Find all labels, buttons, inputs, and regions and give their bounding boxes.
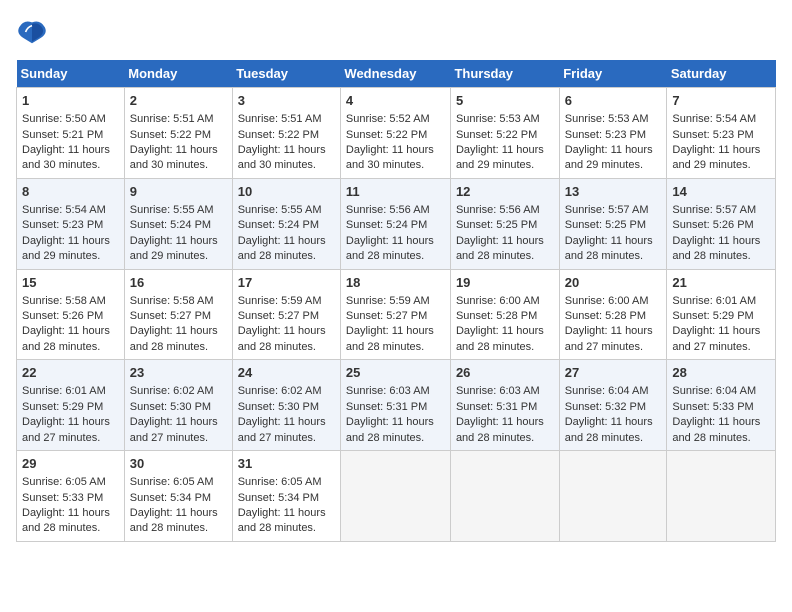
day-number: 10	[238, 183, 335, 201]
day-number: 29	[22, 455, 119, 473]
day-cell-21: 21Sunrise: 6:01 AMSunset: 5:29 PMDayligh…	[667, 269, 776, 360]
day-number: 19	[456, 274, 554, 292]
day-number: 7	[672, 92, 770, 110]
day-cell-9: 9Sunrise: 5:55 AMSunset: 5:24 PMDaylight…	[124, 178, 232, 269]
day-number: 12	[456, 183, 554, 201]
day-cell-12: 12Sunrise: 5:56 AMSunset: 5:25 PMDayligh…	[450, 178, 559, 269]
day-number: 27	[565, 364, 662, 382]
day-cell-30: 30Sunrise: 6:05 AMSunset: 5:34 PMDayligh…	[124, 451, 232, 542]
week-row-5: 29Sunrise: 6:05 AMSunset: 5:33 PMDayligh…	[17, 451, 776, 542]
day-number: 24	[238, 364, 335, 382]
col-header-friday: Friday	[559, 60, 667, 88]
day-cell-27: 27Sunrise: 6:04 AMSunset: 5:32 PMDayligh…	[559, 360, 667, 451]
day-number: 21	[672, 274, 770, 292]
empty-cell	[667, 451, 776, 542]
day-cell-19: 19Sunrise: 6:00 AMSunset: 5:28 PMDayligh…	[450, 269, 559, 360]
day-cell-25: 25Sunrise: 6:03 AMSunset: 5:31 PMDayligh…	[340, 360, 450, 451]
week-row-1: 1Sunrise: 5:50 AMSunset: 5:21 PMDaylight…	[17, 88, 776, 179]
day-cell-11: 11Sunrise: 5:56 AMSunset: 5:24 PMDayligh…	[340, 178, 450, 269]
day-cell-29: 29Sunrise: 6:05 AMSunset: 5:33 PMDayligh…	[17, 451, 125, 542]
day-cell-6: 6Sunrise: 5:53 AMSunset: 5:23 PMDaylight…	[559, 88, 667, 179]
day-number: 18	[346, 274, 445, 292]
day-number: 20	[565, 274, 662, 292]
col-header-monday: Monday	[124, 60, 232, 88]
empty-cell	[559, 451, 667, 542]
logo	[16, 16, 52, 48]
col-header-wednesday: Wednesday	[340, 60, 450, 88]
day-cell-26: 26Sunrise: 6:03 AMSunset: 5:31 PMDayligh…	[450, 360, 559, 451]
col-header-thursday: Thursday	[450, 60, 559, 88]
empty-cell	[450, 451, 559, 542]
day-cell-23: 23Sunrise: 6:02 AMSunset: 5:30 PMDayligh…	[124, 360, 232, 451]
week-row-4: 22Sunrise: 6:01 AMSunset: 5:29 PMDayligh…	[17, 360, 776, 451]
day-number: 16	[130, 274, 227, 292]
week-row-3: 15Sunrise: 5:58 AMSunset: 5:26 PMDayligh…	[17, 269, 776, 360]
day-cell-16: 16Sunrise: 5:58 AMSunset: 5:27 PMDayligh…	[124, 269, 232, 360]
day-number: 28	[672, 364, 770, 382]
day-number: 1	[22, 92, 119, 110]
day-number: 2	[130, 92, 227, 110]
day-cell-5: 5Sunrise: 5:53 AMSunset: 5:22 PMDaylight…	[450, 88, 559, 179]
day-number: 9	[130, 183, 227, 201]
day-cell-15: 15Sunrise: 5:58 AMSunset: 5:26 PMDayligh…	[17, 269, 125, 360]
day-number: 23	[130, 364, 227, 382]
day-cell-1: 1Sunrise: 5:50 AMSunset: 5:21 PMDaylight…	[17, 88, 125, 179]
day-cell-3: 3Sunrise: 5:51 AMSunset: 5:22 PMDaylight…	[232, 88, 340, 179]
day-cell-10: 10Sunrise: 5:55 AMSunset: 5:24 PMDayligh…	[232, 178, 340, 269]
day-cell-17: 17Sunrise: 5:59 AMSunset: 5:27 PMDayligh…	[232, 269, 340, 360]
day-cell-4: 4Sunrise: 5:52 AMSunset: 5:22 PMDaylight…	[340, 88, 450, 179]
empty-cell	[340, 451, 450, 542]
day-cell-8: 8Sunrise: 5:54 AMSunset: 5:23 PMDaylight…	[17, 178, 125, 269]
day-number: 14	[672, 183, 770, 201]
calendar-table: SundayMondayTuesdayWednesdayThursdayFrid…	[16, 60, 776, 542]
calendar-header-row: SundayMondayTuesdayWednesdayThursdayFrid…	[17, 60, 776, 88]
day-cell-20: 20Sunrise: 6:00 AMSunset: 5:28 PMDayligh…	[559, 269, 667, 360]
day-number: 25	[346, 364, 445, 382]
day-number: 6	[565, 92, 662, 110]
day-number: 17	[238, 274, 335, 292]
day-number: 15	[22, 274, 119, 292]
day-number: 11	[346, 183, 445, 201]
day-number: 30	[130, 455, 227, 473]
day-number: 4	[346, 92, 445, 110]
day-cell-31: 31Sunrise: 6:05 AMSunset: 5:34 PMDayligh…	[232, 451, 340, 542]
page-header	[16, 16, 776, 48]
day-cell-18: 18Sunrise: 5:59 AMSunset: 5:27 PMDayligh…	[340, 269, 450, 360]
day-number: 31	[238, 455, 335, 473]
day-number: 3	[238, 92, 335, 110]
day-number: 5	[456, 92, 554, 110]
logo-icon	[16, 16, 48, 48]
col-header-saturday: Saturday	[667, 60, 776, 88]
day-number: 26	[456, 364, 554, 382]
col-header-sunday: Sunday	[17, 60, 125, 88]
day-cell-7: 7Sunrise: 5:54 AMSunset: 5:23 PMDaylight…	[667, 88, 776, 179]
col-header-tuesday: Tuesday	[232, 60, 340, 88]
day-cell-13: 13Sunrise: 5:57 AMSunset: 5:25 PMDayligh…	[559, 178, 667, 269]
day-cell-22: 22Sunrise: 6:01 AMSunset: 5:29 PMDayligh…	[17, 360, 125, 451]
day-cell-24: 24Sunrise: 6:02 AMSunset: 5:30 PMDayligh…	[232, 360, 340, 451]
day-number: 13	[565, 183, 662, 201]
day-number: 22	[22, 364, 119, 382]
day-cell-2: 2Sunrise: 5:51 AMSunset: 5:22 PMDaylight…	[124, 88, 232, 179]
day-cell-28: 28Sunrise: 6:04 AMSunset: 5:33 PMDayligh…	[667, 360, 776, 451]
week-row-2: 8Sunrise: 5:54 AMSunset: 5:23 PMDaylight…	[17, 178, 776, 269]
day-cell-14: 14Sunrise: 5:57 AMSunset: 5:26 PMDayligh…	[667, 178, 776, 269]
day-number: 8	[22, 183, 119, 201]
